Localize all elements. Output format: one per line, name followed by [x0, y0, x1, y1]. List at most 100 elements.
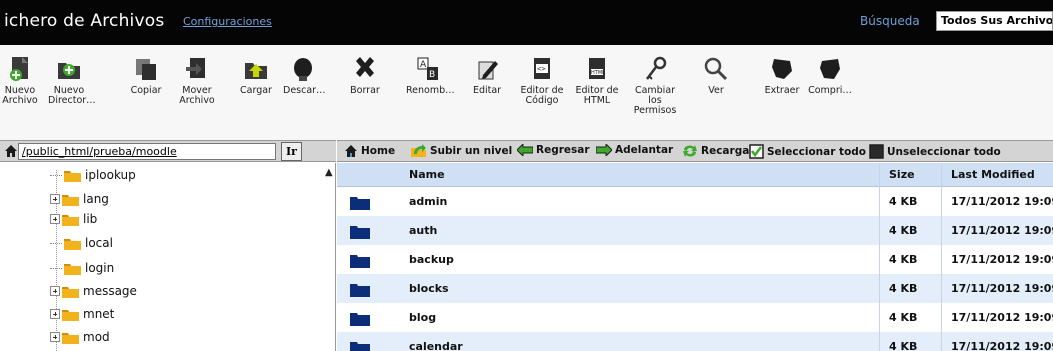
tree-item-label: lang [83, 192, 109, 206]
table-row[interactable]: auth 4 KB 17/11/2012 19:09 [337, 216, 1053, 245]
extract-button[interactable]: Extraer [762, 55, 802, 96]
tree-item-login[interactable]: login [50, 256, 114, 280]
up-one-level-label: Subir un nivel [430, 145, 513, 157]
file-size: 4 KB [889, 282, 918, 295]
edit-button[interactable]: Editar [469, 55, 505, 96]
checkbox-empty-icon [869, 144, 884, 159]
file-size: 4 KB [889, 311, 918, 324]
folder-icon [62, 332, 79, 344]
tree-item-label: mod [83, 330, 110, 344]
reload-button[interactable]: Recargar [682, 144, 754, 158]
folder-icon [350, 313, 370, 326]
copy-button[interactable]: Copiar [126, 55, 166, 96]
up-one-level-button[interactable]: Subir un nivel [410, 144, 512, 158]
folder-icon [350, 197, 370, 210]
expand-icon[interactable] [50, 194, 60, 204]
tool-label: Cambiar los Permisos [633, 85, 677, 116]
column-header-name[interactable]: Name [409, 163, 879, 187]
checkbox-checked-icon [749, 144, 764, 159]
tree-item-label: mnet [83, 307, 115, 321]
code-editor-icon: <> [534, 58, 550, 79]
settings-link[interactable]: Configuraciones [183, 15, 272, 28]
go-button[interactable]: Ir [281, 142, 302, 161]
scroll-up-icon[interactable]: ▲ [325, 167, 333, 178]
file-name: auth [409, 224, 438, 237]
path-bar: /public_html/prueba/moodle Ir [0, 140, 336, 162]
table-row[interactable]: calendar 4 KB 17/11/2012 19:09 [337, 332, 1053, 351]
view-icon [704, 57, 728, 81]
tree-item-label: message [83, 284, 137, 298]
back-label: Regresar [536, 144, 590, 156]
reload-label: Recargar [701, 145, 755, 157]
tree-item-mod[interactable]: mod [50, 325, 110, 349]
folder-icon [62, 286, 79, 298]
move-file-button[interactable]: Mover Archivo [177, 55, 217, 106]
home-button[interactable]: Home [344, 144, 395, 158]
expand-icon[interactable] [50, 214, 60, 224]
new-file-button[interactable]: Nuevo Archivo [2, 55, 38, 106]
navigation-bar: Home Subir un nivel Regresar Adelantar R… [337, 140, 1053, 162]
home-icon[interactable] [4, 144, 18, 158]
file-modified: 17/11/2012 19:09 [951, 195, 1053, 208]
column-divider [941, 163, 942, 351]
expand-icon[interactable] [50, 332, 60, 342]
back-button[interactable]: Regresar [517, 144, 590, 156]
new-folder-icon [58, 63, 80, 79]
rename-button[interactable]: AB Renomb… [406, 55, 455, 96]
folder-icon [64, 263, 81, 275]
column-divider [879, 163, 880, 351]
new-folder-button[interactable]: Nuevo Director… [48, 55, 96, 106]
tree-item-lib[interactable]: lib [50, 207, 97, 231]
expand-icon[interactable] [50, 309, 60, 319]
compress-button[interactable]: Compri… [808, 55, 852, 96]
download-button[interactable]: Descar… [283, 55, 326, 96]
tree-item-label: lib [83, 212, 98, 226]
select-all-button[interactable]: Seleccionar todo [749, 144, 866, 159]
upload-button[interactable]: Cargar [238, 55, 274, 96]
extract-icon [772, 59, 792, 79]
file-table: Name Size Last Modified admin 4 KB 17/11… [337, 163, 1053, 351]
reload-icon [683, 145, 697, 157]
tool-label: Extraer [764, 85, 800, 96]
expand-icon[interactable] [50, 286, 60, 296]
file-modified: 17/11/2012 19:09 [951, 340, 1053, 351]
folder-icon [350, 226, 370, 239]
html-editor-icon: HTML [589, 58, 605, 79]
new-file-icon [10, 57, 28, 81]
edit-icon [478, 61, 498, 80]
table-row[interactable]: backup 4 KB 17/11/2012 19:09 [337, 245, 1053, 274]
forward-label: Adelantar [615, 144, 674, 156]
unselect-all-button[interactable]: Unseleccionar todo [869, 144, 1001, 159]
tool-label: Editor de Código [520, 85, 564, 106]
forward-button[interactable]: Adelantar [596, 144, 673, 156]
tool-label: Cargar [240, 85, 272, 96]
column-header-modified[interactable]: Last Modified [951, 163, 1053, 187]
tool-label: Editar [472, 85, 502, 96]
tool-label: Editor de HTML [575, 85, 619, 106]
tree-item-message[interactable]: message [50, 279, 137, 303]
html-editor-button[interactable]: HTML Editor de HTML [575, 55, 619, 106]
tool-label: Descar… [283, 85, 326, 96]
svg-text:HTML: HTML [591, 70, 605, 76]
select-all-label: Seleccionar todo [767, 145, 867, 158]
path-input[interactable]: /public_html/prueba/moodle [18, 143, 276, 160]
code-editor-button[interactable]: <> Editor de Código [519, 55, 565, 106]
svg-text:A: A [420, 60, 427, 70]
view-button[interactable]: Ver [698, 55, 734, 96]
table-row[interactable]: blocks 4 KB 17/11/2012 19:09 [337, 274, 1053, 303]
tree-item-label: login [85, 261, 115, 275]
table-row[interactable]: admin 4 KB 17/11/2012 19:09 [337, 187, 1053, 216]
toolbar: Nuevo Archivo Nuevo Director… Copiar Mov… [0, 45, 1053, 140]
permissions-button[interactable]: Cambiar los Permisos [633, 55, 677, 116]
table-row[interactable]: blog 4 KB 17/11/2012 19:09 [337, 303, 1053, 332]
tree-item-iplookup[interactable]: iplookup [50, 163, 136, 187]
delete-button[interactable]: Borrar [347, 55, 383, 96]
search-scope-select[interactable]: Todos Sus Archivos [936, 11, 1053, 31]
tree-item-local[interactable]: local [50, 231, 113, 255]
file-name: admin [409, 195, 448, 208]
home-icon [345, 145, 357, 157]
tree-item-mnet[interactable]: mnet [50, 302, 114, 326]
column-header-size[interactable]: Size [889, 163, 939, 187]
tool-label: Mover Archivo [179, 85, 215, 106]
svg-text:B: B [429, 70, 435, 80]
